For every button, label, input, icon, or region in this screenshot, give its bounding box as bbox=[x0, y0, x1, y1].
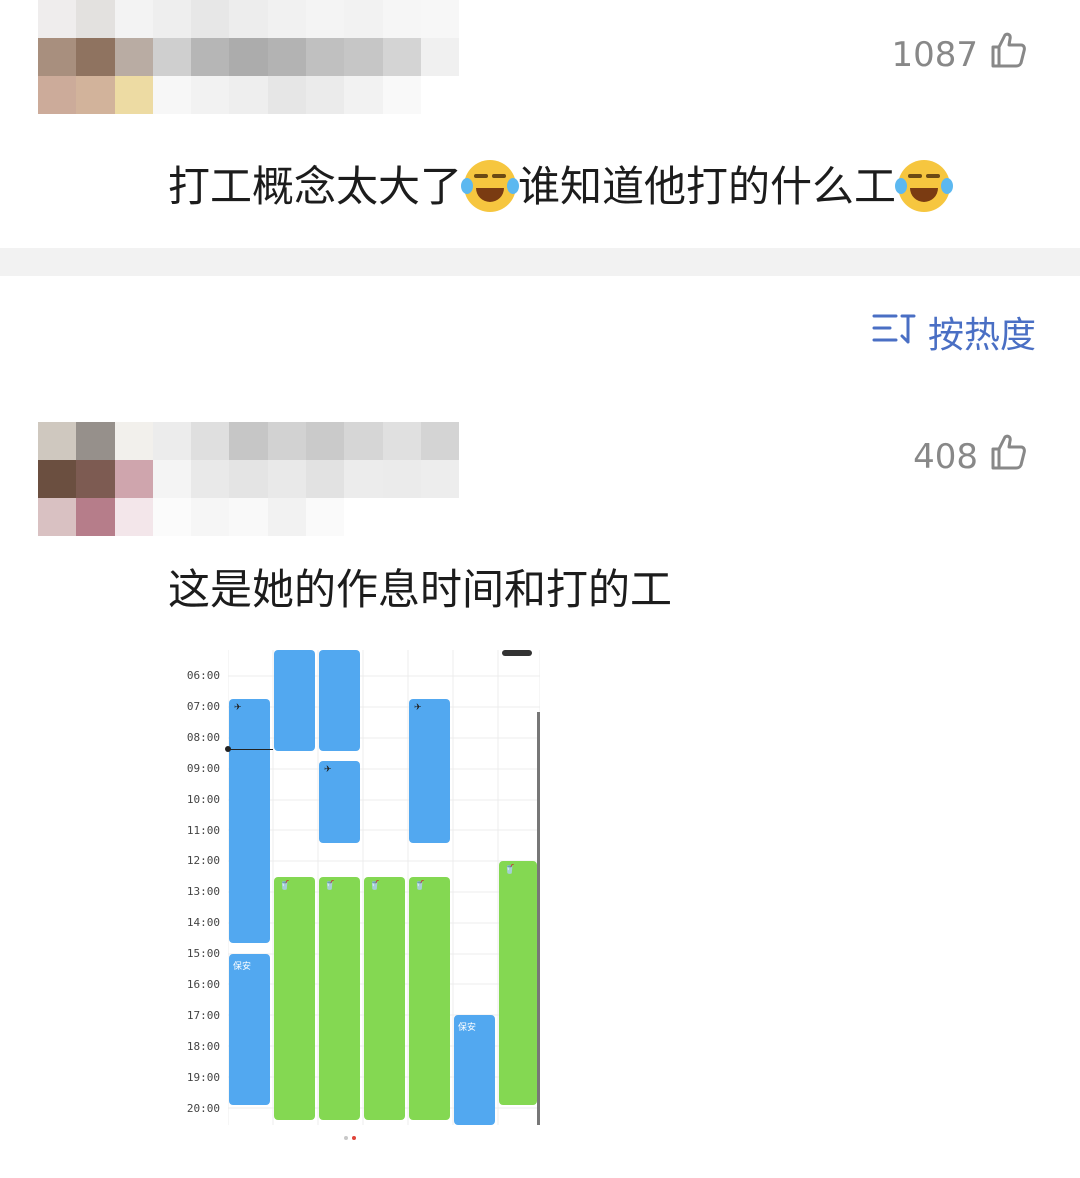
schedule-image[interactable]: 06:00 07:00 08:00 09:00 10:00 11:00 12:00 13:00… bbox=[170, 650, 550, 1130]
time-label: 10:00 bbox=[186, 792, 220, 806]
image-pager[interactable] bbox=[344, 1136, 356, 1140]
security-block[interactable]: 保安 bbox=[229, 954, 270, 1105]
sleep-block[interactable]: ✈︎ bbox=[319, 761, 360, 843]
time-label: 15:00 bbox=[186, 947, 220, 961]
current-time-dot bbox=[225, 746, 231, 752]
time-label: 18:00 bbox=[186, 1039, 220, 1053]
block-label: 保安 bbox=[458, 1023, 477, 1033]
time-label: 20:00 bbox=[186, 1101, 220, 1115]
work-block[interactable]: 🥤 bbox=[409, 877, 450, 1120]
schedule-blocks: ✈︎ 保安 🥤 ✈︎ 🥤 🥤 ✈︎ 🥤 保安 🥤 bbox=[225, 650, 540, 1125]
time-label: 17:00 bbox=[186, 1008, 220, 1022]
comment-2-text: 这是她的作息时间和打的工 bbox=[168, 565, 673, 614]
time-label: 14:00 bbox=[186, 916, 220, 930]
time-label: 12:00 bbox=[186, 854, 220, 868]
time-label: 16:00 bbox=[186, 978, 220, 991]
section-divider bbox=[0, 248, 1080, 276]
crying-laughing-emoji-icon bbox=[895, 159, 954, 212]
comment-text-part-2: 谁知道他打的什么工 bbox=[518, 162, 897, 211]
cup-icon: 🥤 bbox=[414, 881, 426, 891]
pager-dot[interactable] bbox=[344, 1136, 348, 1140]
work-block[interactable]: 🥤 bbox=[274, 877, 315, 1120]
pager-dot-active[interactable] bbox=[352, 1136, 356, 1140]
block-label: 保安 bbox=[233, 962, 252, 972]
work-block[interactable]: 🥤 bbox=[499, 861, 537, 1105]
cup-icon: 🥤 bbox=[504, 865, 516, 875]
sleep-block[interactable]: ✈︎ bbox=[409, 699, 450, 843]
cup-icon: 🥤 bbox=[369, 881, 381, 891]
time-label: 13:00 bbox=[186, 885, 220, 899]
sort-label: 按热度 bbox=[927, 315, 1036, 356]
comment-1-text: 打工概念太大了 谁知道他打的什么工 bbox=[168, 157, 954, 217]
comment-text-part-1: 打工概念太大了 bbox=[168, 162, 463, 211]
like-count: 1087 bbox=[891, 34, 978, 75]
time-label: 07:00 bbox=[186, 699, 220, 713]
sleep-block[interactable] bbox=[274, 650, 315, 751]
sort-button[interactable]: 按热度 bbox=[872, 306, 1036, 358]
cup-icon: 🥤 bbox=[324, 881, 336, 891]
work-block[interactable]: 🥤 bbox=[364, 877, 405, 1120]
thumbs-up-icon[interactable] bbox=[988, 432, 1028, 481]
sort-icon bbox=[872, 310, 916, 355]
time-label: 09:00 bbox=[186, 761, 220, 775]
sleep-block[interactable] bbox=[319, 650, 360, 751]
comment-1: 1087 打工概念太大了 谁知道他打的什么工 bbox=[0, 0, 1080, 248]
crying-laughing-emoji-icon bbox=[461, 159, 520, 212]
cup-icon: 🥤 bbox=[279, 881, 291, 891]
thumbs-up-icon[interactable] bbox=[988, 30, 1028, 79]
like-count: 408 bbox=[913, 436, 978, 477]
security-block[interactable]: 保安 bbox=[454, 1015, 495, 1125]
time-label: 08:00 bbox=[186, 730, 220, 744]
time-label: 06:00 bbox=[186, 669, 220, 682]
bed-icon: ✈︎ bbox=[234, 703, 242, 713]
current-time-line bbox=[228, 749, 273, 750]
bed-icon: ✈︎ bbox=[324, 765, 332, 775]
work-block[interactable]: 🥤 bbox=[319, 877, 360, 1120]
sleep-block[interactable]: ✈︎ bbox=[229, 699, 270, 943]
like-control[interactable]: 1087 bbox=[891, 30, 1028, 79]
time-label: 11:00 bbox=[186, 823, 220, 837]
avatar-username-blurred bbox=[38, 422, 460, 536]
avatar-username-blurred bbox=[38, 0, 460, 114]
time-label: 19:00 bbox=[186, 1070, 220, 1084]
like-control[interactable]: 408 bbox=[913, 432, 1028, 481]
bed-icon: ✈︎ bbox=[414, 703, 422, 713]
